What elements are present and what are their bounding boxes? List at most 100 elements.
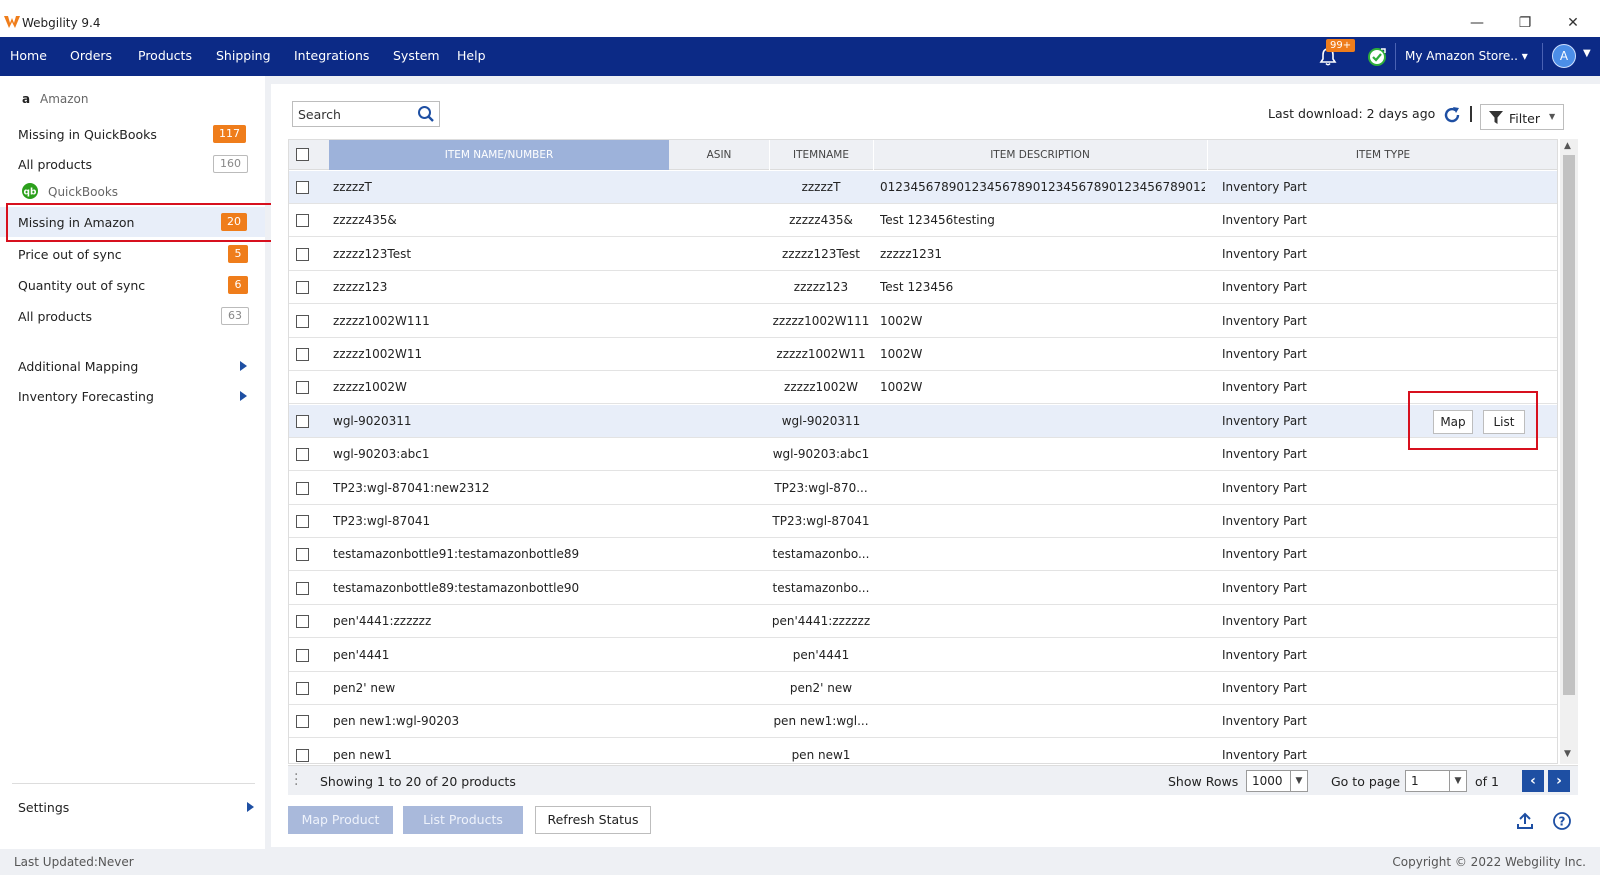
- row-checkbox[interactable]: [296, 615, 309, 629]
- sidebar-group-label: QuickBooks: [48, 185, 119, 199]
- table-row[interactable]: pen new1:wgl-90203 pen new1:wgl... Invento…: [289, 705, 1557, 739]
- table-row[interactable]: pen2' new pen2' new Inventory Part: [289, 672, 1557, 705]
- row-checkbox[interactable]: [296, 515, 309, 528]
- sidebar-item-qb-all-products[interactable]: All products 63: [0, 301, 265, 331]
- row-checkbox[interactable]: [296, 381, 309, 395]
- table-row[interactable]: zzzzz1002W zzzzz1002W 1002W Inventory Part: [289, 371, 1557, 405]
- table-row[interactable]: zzzzz123 zzzzz123 Test 123456 Inventory Par…: [289, 271, 1557, 305]
- row-checkbox[interactable]: [296, 314, 309, 328]
- table-row[interactable]: testamazonbottle89:testamazonbottle90 tes…: [289, 571, 1557, 605]
- store-selector[interactable]: My Amazon Store.. ▾: [1405, 49, 1528, 63]
- header-itemname[interactable]: ITEMNAME: [769, 140, 873, 170]
- filter-button[interactable]: Filter ▼: [1480, 104, 1564, 130]
- menu-system[interactable]: System: [393, 48, 440, 63]
- table-row[interactable]: pen new1 pen new1 Inventory Part: [289, 738, 1557, 763]
- upload-icon[interactable]: [1515, 811, 1535, 831]
- menu-help[interactable]: Help: [457, 48, 486, 63]
- row-checkbox[interactable]: [296, 414, 309, 428]
- refresh-status-button[interactable]: Refresh Status: [535, 806, 651, 834]
- sidebar-item-additional-mapping[interactable]: Additional Mapping: [0, 351, 265, 381]
- restore-button[interactable]: ❐: [1510, 12, 1540, 34]
- row-checkbox[interactable]: [296, 715, 309, 729]
- cell-itemname: TP23:wgl-87041: [772, 514, 870, 528]
- search-input[interactable]: Search: [292, 101, 440, 127]
- row-checkbox[interactable]: [296, 748, 309, 762]
- refresh-icon[interactable]: [1442, 105, 1462, 125]
- table-row[interactable]: TP23:wgl-87041 TP23:wgl-87041 Inventory Pa…: [289, 505, 1557, 538]
- row-checkbox[interactable]: [296, 448, 309, 462]
- sidebar-item-missing-in-quickbooks[interactable]: Missing in QuickBooks 117: [0, 119, 265, 149]
- cell-itemname: pen'4441: [792, 647, 850, 662]
- sidebar-item-quantity-out-of-sync[interactable]: Quantity out of sync 6: [0, 270, 265, 300]
- row-checkbox[interactable]: [296, 648, 309, 662]
- help-icon[interactable]: ?: [1552, 811, 1572, 831]
- header-item-type[interactable]: ITEM TYPE: [1207, 140, 1557, 170]
- row-checkbox[interactable]: [296, 247, 309, 261]
- table-row[interactable]: pen'4441:zzzzzz pen'4441:zzzzzz Inventory …: [289, 605, 1557, 639]
- table-row[interactable]: zzzzzT zzzzzT 0123456789012345678901234567…: [289, 171, 1557, 204]
- cell-item-name: pen new1: [333, 747, 392, 762]
- minimize-button[interactable]: —: [1462, 12, 1492, 34]
- cell-item-type: Inventory Part: [1222, 514, 1307, 528]
- next-page-button[interactable]: ›: [1548, 770, 1570, 792]
- avatar[interactable]: A: [1552, 44, 1576, 68]
- sync-status-icon[interactable]: [1367, 47, 1387, 67]
- row-checkbox[interactable]: [296, 481, 309, 495]
- select-all-checkbox[interactable]: [296, 148, 309, 161]
- cell-item-name: wgl-9020311: [333, 413, 412, 428]
- sidebar-item-price-out-of-sync[interactable]: Price out of sync 5: [0, 239, 265, 269]
- row-checkbox[interactable]: [296, 548, 309, 562]
- table-row[interactable]: testamazonbottle91:testamazonbottle89 tes…: [289, 538, 1557, 572]
- header-item-description[interactable]: ITEM DESCRIPTION: [873, 140, 1207, 170]
- list-products-button[interactable]: List Products: [403, 806, 523, 834]
- menu-orders[interactable]: Orders: [70, 48, 112, 63]
- notification-badge: 99+: [1326, 39, 1356, 52]
- map-product-button[interactable]: Map Product: [288, 806, 393, 834]
- quickbooks-icon: qb: [22, 183, 38, 199]
- menu-shipping[interactable]: Shipping: [216, 48, 271, 63]
- table-scrollbar[interactable]: ▲ ▼: [1560, 139, 1578, 764]
- count-badge: 6: [228, 276, 248, 294]
- menu-home[interactable]: Home: [10, 48, 47, 63]
- table-row[interactable]: zzzzz1002W111 zzzzz1002W111 1002W Inventory…: [289, 304, 1557, 338]
- row-checkbox[interactable]: [296, 682, 309, 695]
- table-row[interactable]: pen'4441 pen'4441 Inventory Part: [289, 638, 1557, 672]
- prev-page-button[interactable]: ‹: [1522, 770, 1544, 792]
- scroll-up-icon[interactable]: ▲: [1564, 141, 1571, 151]
- header-item-name[interactable]: ITEM NAME/NUMBER: [329, 140, 669, 170]
- cell-item-name: zzzzz435&: [333, 213, 397, 228]
- cell-item-type: Inventory Part: [1222, 213, 1307, 228]
- table-row[interactable]: zzzzz435& zzzzz435& Test 123456testing Inve…: [289, 204, 1557, 238]
- close-button[interactable]: ✕: [1558, 12, 1588, 34]
- scroll-thumb[interactable]: [1563, 155, 1575, 695]
- sidebar-item-settings[interactable]: Settings: [0, 792, 265, 822]
- table-row[interactable]: zzzzz123Test zzzzz123Test zzzzz1231 Invento…: [289, 237, 1557, 271]
- table-row[interactable]: zzzzz1002W11 zzzzz1002W11 1002W Inventory P…: [289, 338, 1557, 371]
- cell-itemname: zzzzzT: [801, 180, 841, 194]
- grip-icon[interactable]: · · ·: [294, 768, 298, 792]
- menu-integrations[interactable]: Integrations: [294, 48, 369, 63]
- row-checkbox[interactable]: [296, 581, 309, 595]
- chevron-down-icon[interactable]: ▼: [1583, 48, 1591, 59]
- row-checkbox[interactable]: [296, 214, 309, 228]
- menu-products[interactable]: Products: [138, 48, 192, 63]
- table-row[interactable]: wgl-9020311 wgl-9020311 Inventory Part Map L…: [289, 404, 1557, 438]
- table-row[interactable]: wgl-90203:abc1 wgl-90203:abc1 Inventory Pa…: [289, 438, 1557, 472]
- cell-itemname: testamazonbo...: [772, 580, 870, 595]
- show-rows-select[interactable]: 1000 ▼: [1246, 770, 1308, 792]
- cell-item-type: Inventory Part: [1222, 180, 1307, 194]
- cell-item-description: 1002W: [880, 347, 923, 361]
- scroll-down-icon[interactable]: ▼: [1564, 749, 1571, 759]
- chevron-down-icon: ▼: [1549, 112, 1556, 121]
- row-checkbox[interactable]: [296, 281, 309, 295]
- row-checkbox[interactable]: [296, 348, 309, 361]
- row-checkbox[interactable]: [296, 181, 309, 194]
- cell-item-description: Test 123456: [880, 280, 954, 295]
- products-table: ITEM NAME/NUMBER ASIN ITEMNAME ITEM DESC…: [288, 139, 1558, 764]
- table-row[interactable]: TP23:wgl-87041:new2312 TP23:wgl-870... Inv…: [289, 471, 1557, 505]
- go-to-page-select[interactable]: 1 ▼: [1405, 770, 1467, 792]
- sidebar-item-amazon-all-products[interactable]: All products 160: [0, 149, 265, 179]
- search-icon[interactable]: [417, 105, 435, 123]
- sidebar-item-inventory-forecasting[interactable]: Inventory Forecasting: [0, 381, 265, 411]
- header-asin[interactable]: ASIN: [669, 140, 769, 170]
